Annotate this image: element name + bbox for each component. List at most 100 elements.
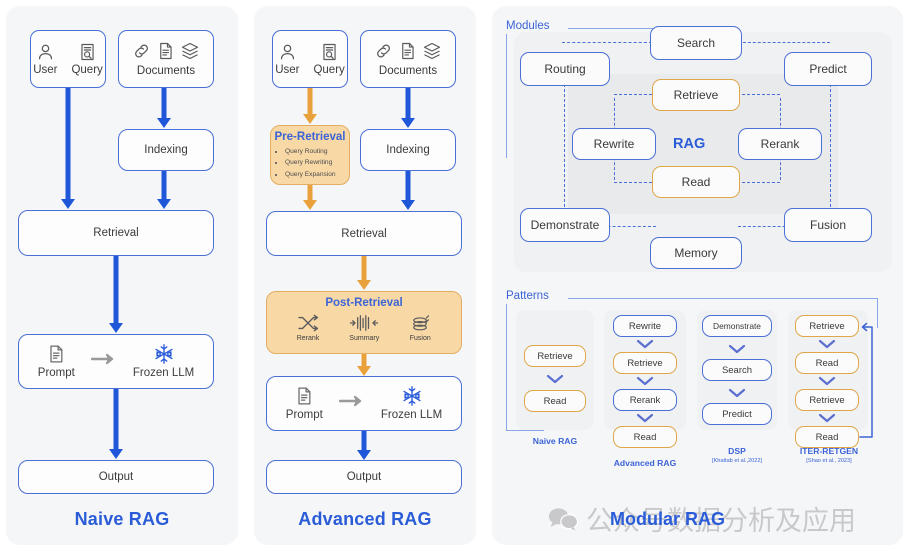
advanced-arrow-preretrieval-retrieval — [302, 185, 318, 210]
post-retrieval-item-label: Rerank — [296, 335, 320, 342]
dash-routing-demonstrate — [564, 64, 565, 212]
pattern-naive-step-retrieve[interactable]: Retrieve — [524, 345, 586, 367]
pattern-dsp-citation: [Khattab et al.,2022] — [711, 458, 763, 464]
module-retrieve-label: Retrieve — [673, 88, 719, 102]
chevron-down-icon — [818, 376, 836, 386]
patterns-section-label: Patterns — [506, 290, 549, 302]
pattern-iterretgen-citation: [Shao et al., 2023] — [806, 458, 852, 464]
snowflake-icon — [402, 386, 421, 407]
pattern-step-label: Read — [633, 431, 657, 443]
module-fusion-label: Fusion — [809, 218, 847, 232]
modules-section-label: Modules — [506, 20, 550, 32]
pattern-step-label: Retrieve — [809, 394, 845, 406]
naive-rag-caption: Naive RAG — [74, 509, 170, 529]
dash-search-predict — [738, 42, 830, 43]
module-read[interactable]: Read — [652, 166, 740, 198]
pattern-iter-step-retrieve-2[interactable]: Retrieve — [795, 389, 859, 411]
layers-icon — [181, 42, 199, 60]
naive-rag-panel: User Query Documents Indexing Retrieval … — [6, 6, 238, 545]
pattern-advanced-step-rerank[interactable]: Rerank — [613, 389, 677, 411]
query-document-icon — [80, 43, 94, 60]
pattern-iter-step-retrieve-1[interactable]: Retrieve — [795, 315, 859, 337]
pre-retrieval-bullet: Query Expansion — [285, 169, 349, 180]
pattern-step-label: Read — [815, 357, 839, 369]
pattern-iterretgen-name: ITER-RETGEN — [799, 446, 859, 456]
advanced-arrow-indexing-retrieval — [400, 171, 416, 210]
module-retrieve[interactable]: Retrieve — [652, 79, 740, 111]
pattern-iter-step-read-2[interactable]: Read — [795, 426, 859, 448]
post-retrieval-item-label: Summary — [349, 335, 380, 342]
pattern-advanced-step-rewrite[interactable]: Rewrite — [613, 315, 677, 337]
naive-frozen-llm-label: Frozen LLM — [132, 367, 195, 380]
fusion-icon — [413, 315, 430, 331]
naive-arrow-retrieval-prompt — [108, 256, 124, 333]
naive-arrow-docs-indexing — [156, 88, 172, 128]
chevron-down-icon — [728, 344, 746, 354]
pattern-naive-name: Naive RAG — [532, 436, 578, 446]
post-retrieval-items: Rerank Summary Fusion — [267, 314, 461, 342]
prompt-document-icon — [50, 345, 63, 363]
pattern-dsp-step-search[interactable]: Search — [702, 359, 772, 381]
module-routing[interactable]: Routing — [520, 52, 610, 86]
advanced-arrow-retrieval-postretrieval — [356, 256, 372, 290]
advanced-rag-panel: User Query Documents Pre-Retrieval • Que… — [254, 6, 476, 545]
pattern-step-label: Rerank — [629, 394, 661, 406]
pattern-step-label: Predict — [722, 408, 752, 420]
wechat-icon — [548, 507, 578, 530]
chevron-down-icon — [636, 413, 654, 423]
pattern-advanced-step-retrieve[interactable]: Retrieve — [613, 352, 677, 374]
pattern-step-label: Demonstrate — [713, 321, 761, 331]
advanced-retrieval-label: Retrieval — [341, 227, 387, 240]
advanced-frozen-llm-label: Frozen LLM — [380, 409, 443, 422]
module-memory[interactable]: Memory — [650, 237, 742, 269]
advanced-arrow-docs-indexing — [400, 88, 416, 128]
pattern-dsp-step-demonstrate[interactable]: Demonstrate — [702, 315, 772, 337]
advanced-prompt-label: Prompt — [285, 409, 323, 422]
query-document-icon — [322, 43, 336, 60]
module-fusion[interactable]: Fusion — [784, 208, 872, 242]
module-search[interactable]: Search — [650, 26, 742, 60]
link-icon — [135, 44, 148, 58]
advanced-output-box: Output — [266, 460, 462, 494]
advanced-documents-label: Documents — [378, 65, 438, 77]
naive-retrieval-box: Retrieval — [18, 210, 214, 256]
pattern-iter-step-read-1[interactable]: Read — [795, 352, 859, 374]
patterns-section-vrule — [506, 304, 508, 431]
advanced-arrow-postretrieval-prompt — [356, 354, 372, 376]
naive-output-box: Output — [18, 460, 214, 494]
chevron-down-icon — [728, 388, 746, 398]
iter-retgen-feedback-loop-icon — [859, 322, 873, 438]
snowflake-icon — [154, 344, 173, 365]
chevron-down-icon — [818, 413, 836, 423]
pattern-advanced-step-read[interactable]: Read — [613, 426, 677, 448]
pattern-step-label: Retrieve — [537, 350, 573, 362]
pre-retrieval-bullet: Query Routing — [285, 146, 349, 157]
pattern-step-label: Rewrite — [628, 320, 662, 332]
module-rerank[interactable]: Rerank — [738, 128, 822, 160]
pattern-naive-step-read[interactable]: Read — [524, 390, 586, 412]
layers-icon — [423, 42, 441, 60]
module-read-label: Read — [681, 175, 711, 189]
post-retrieval-box: Post-Retrieval Rerank Summary Fusion — [266, 291, 462, 354]
module-memory-label: Memory — [674, 246, 718, 260]
document-icon — [160, 42, 172, 60]
module-predict[interactable]: Predict — [784, 52, 872, 86]
advanced-arrow-query-preretrieval — [302, 88, 318, 124]
naive-prompt-label: Prompt — [37, 367, 75, 380]
pre-retrieval-box: Pre-Retrieval Query Routing Query Rewrit… — [270, 125, 350, 185]
advanced-documents-box: Documents — [360, 30, 456, 88]
module-rewrite[interactable]: Rewrite — [572, 128, 656, 160]
module-rewrite-label: Rewrite — [593, 137, 635, 151]
prompt-document-icon — [298, 387, 311, 405]
advanced-query-label: Query — [313, 63, 345, 76]
naive-indexing-label: Indexing — [144, 144, 188, 156]
pre-retrieval-title: Pre-Retrieval — [274, 131, 346, 143]
naive-documents-label: Documents — [136, 65, 196, 77]
modular-rag-caption: Modular RAG — [610, 509, 725, 529]
naive-arrow-indexing-retrieval — [156, 171, 172, 209]
naive-user-query-box: User Query — [30, 30, 106, 88]
module-demonstrate[interactable]: Demonstrate — [520, 208, 610, 242]
pattern-dsp-step-predict[interactable]: Predict — [702, 403, 772, 425]
module-routing-label: Routing — [544, 62, 586, 76]
dash-predict-fusion — [830, 64, 831, 212]
